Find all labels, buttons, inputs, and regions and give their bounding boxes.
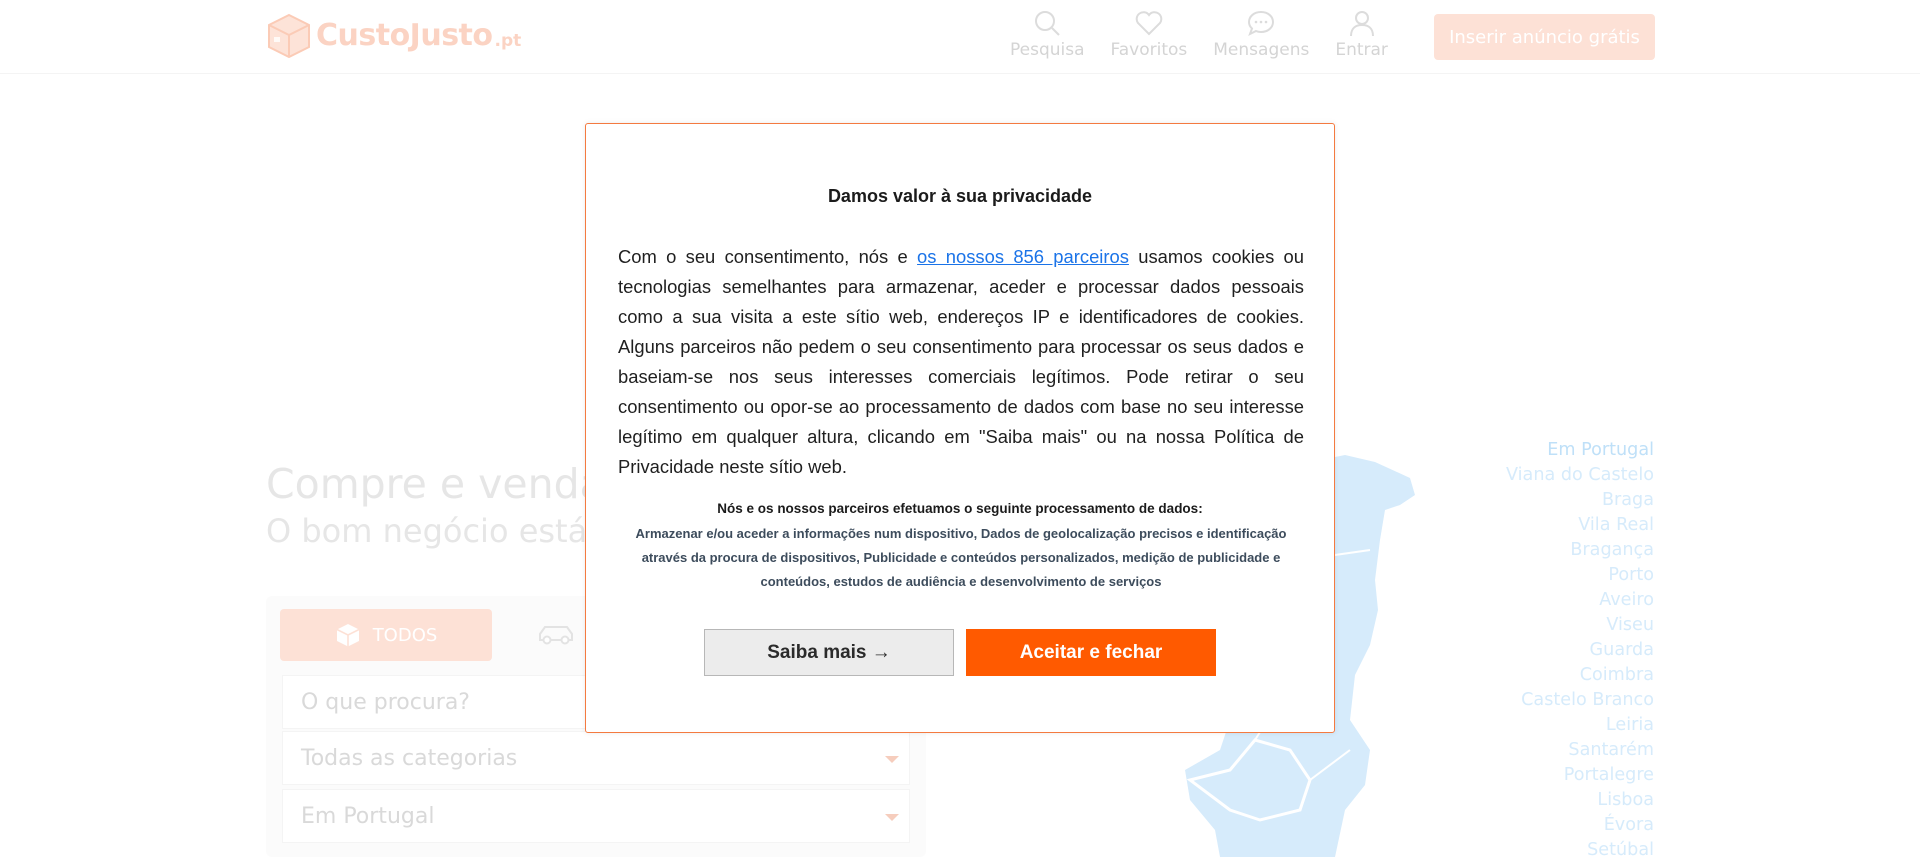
- consent-body-intro: Com o seu consentimento, nós e: [618, 246, 918, 267]
- learn-more-button[interactable]: Saiba mais →: [704, 629, 954, 676]
- processing-list: Armazenar e/ou aceder a informações num …: [635, 526, 1287, 589]
- consent-body: Com o seu consentimento, nós e os nossos…: [618, 242, 1304, 482]
- consent-body-text: usamos cookies ou tecnologias semelhante…: [618, 246, 1305, 477]
- processing-title: Nós e os nossos parceiros efetuamos o se…: [717, 501, 1203, 516]
- consent-title: Damos valor à sua privacidade: [827, 186, 1093, 206]
- accept-close-button[interactable]: Aceitar e fechar: [966, 629, 1216, 676]
- consent-dialog: Damos valor à sua privacidade Com o seu …: [585, 123, 1335, 733]
- partners-link[interactable]: os nossos 856 parceiros: [917, 246, 1129, 267]
